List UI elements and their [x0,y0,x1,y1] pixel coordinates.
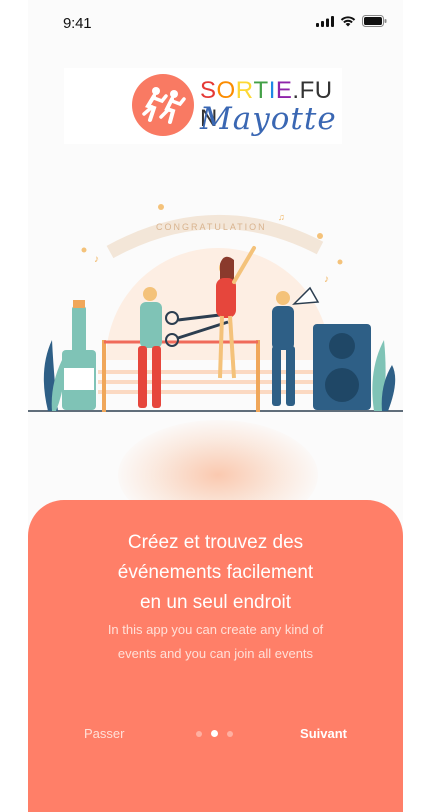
onboarding-card: Créez et trouvez des événements facileme… [28,500,403,812]
signal-icon [316,15,334,27]
status-time: 9:41 [63,15,92,32]
onboarding-screen: 9:41 SORTIE.FUN Mayotte CONGRATULATION ♪… [28,0,403,812]
battery-icon [362,15,387,27]
celebration-illustration: CONGRATULATION ♪ ♪ ♫ [28,204,403,412]
page-dot[interactable] [196,730,202,737]
page-dot[interactable] [227,730,233,737]
skip-button[interactable]: Passer [84,726,124,741]
description-line: In this app you can create any kind of [107,622,324,637]
next-button[interactable]: Suivant [300,726,347,741]
logo-subtitle: Mayotte [200,101,337,137]
onboarding-title: Créez et trouvez des événements facileme… [48,528,383,618]
onboarding-description: In this app you can create any kind of e… [48,618,383,666]
svg-text:♪: ♪ [324,274,329,285]
banner-text: CONGRATULATION [156,222,267,232]
wifi-icon [340,15,356,26]
svg-text:♫: ♫ [278,212,285,222]
page-dot-active[interactable] [211,730,218,737]
svg-text:♪: ♪ [94,254,99,265]
title-line: Créez et trouvez des [127,532,304,553]
page-indicator [196,730,233,737]
app-logo: SORTIE.FUN Mayotte [64,68,342,144]
title-line: en un seul endroit [139,592,292,613]
title-line: événements facilement [117,562,314,583]
logo-runners-icon [132,74,194,136]
status-bar: 9:41 [28,0,403,44]
description-line: events and you can join all events [117,646,314,661]
status-icons [316,15,387,27]
